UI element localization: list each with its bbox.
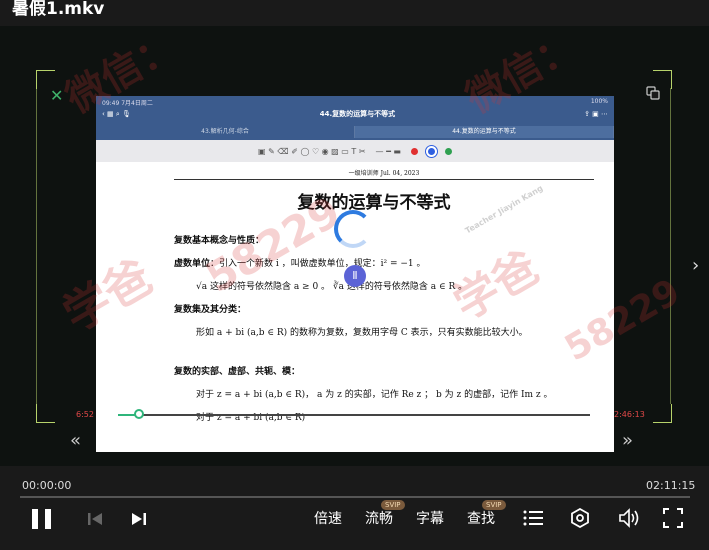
ipad-status-time: 09:49 7月4日周二 xyxy=(102,100,153,107)
speed-button[interactable]: 倍速 xyxy=(314,508,342,528)
inner-seek-handle[interactable] xyxy=(134,409,144,419)
real-imag-line: 对于 z = a + bi (a,b ∈ R)， a 为 z 的实部，记作 Re… xyxy=(196,390,553,400)
search-button[interactable]: 查找 xyxy=(467,508,495,528)
rewind-icon[interactable]: « xyxy=(70,430,81,451)
frame-left-line xyxy=(36,88,37,404)
ipad-toolbar: ▣ ✎ ⌫ ✐ ◯ ♡ ◉ ▨ ▭ T ✂ — ━ ▬ xyxy=(96,140,614,162)
pause-icon xyxy=(32,509,38,529)
quality-button[interactable]: 流畅 xyxy=(365,508,393,528)
ipad-tab: 43.解析几何-综合 xyxy=(96,126,355,138)
definition-line: 虚数单位：引入一个新数 i ，叫做虚数单位，规定：i² = −1 。 xyxy=(174,259,426,269)
section-heading: 复数集及其分类： xyxy=(174,305,247,315)
close-icon[interactable]: ✕ xyxy=(50,86,63,105)
pause-button[interactable] xyxy=(32,509,52,529)
settings-icon[interactable] xyxy=(570,508,590,528)
frame-right-line xyxy=(670,88,671,404)
root-note-line: √a 这样的符号依然隐含 a ≥ 0 。 ∛a 这样的符号依然隐含 a ∈ R … xyxy=(196,282,468,292)
next-icon[interactable] xyxy=(131,511,147,527)
inner-time-left: 6:52 xyxy=(76,410,94,419)
line-width-icon: — ━ ▬ xyxy=(375,146,401,156)
color-red-icon xyxy=(411,147,418,155)
ipad-header: 09:49 7月4日周二 100% ‹ ▦ ⌕ 🎙 44.复数的运算与不等式 ⇪… xyxy=(96,96,614,140)
ipad-doc-title: 44.复数的运算与不等式 xyxy=(319,110,396,118)
playlist-icon[interactable] xyxy=(523,509,543,527)
inner-time-right: 2:46:13 xyxy=(614,410,645,419)
volume-icon[interactable] xyxy=(618,508,640,528)
ipad-tab-active: 44.复数的运算与不等式 xyxy=(355,126,614,138)
fullscreen-icon[interactable] xyxy=(663,508,683,528)
subtitle-button[interactable]: 字幕 xyxy=(416,508,444,528)
ipad-status-bar: 09:49 7月4日周二 100% xyxy=(102,98,608,107)
chevron-right-icon[interactable]: › xyxy=(692,255,699,276)
seek-bar[interactable] xyxy=(20,496,690,498)
frame-corner-br xyxy=(653,404,672,423)
ipad-nav-bar: ‹ ▦ ⌕ 🎙 44.复数的运算与不等式 ⇪ ▣ ⋯ xyxy=(102,108,608,120)
previous-icon[interactable] xyxy=(87,511,103,527)
color-green-icon xyxy=(445,147,452,155)
window-title: 暑假1.mkv xyxy=(12,0,105,19)
section-heading: 复数基本概念与性质： xyxy=(174,236,265,246)
loading-spinner-icon xyxy=(334,210,372,248)
pen-tools-icon: ▣ ✎ ⌫ ✐ ◯ ♡ ◉ ▨ ▭ T ✂ xyxy=(258,146,366,156)
document-page: 一级培训师 Jul. 04, 2023 复数的运算与不等式 复数基本概念与性质：… xyxy=(96,162,614,423)
inner-seek-track[interactable] xyxy=(118,414,590,416)
complex-def-line: 形如 a + bi (a,b ∈ R) 的数称为复数，复数用字母 C 表示，只有… xyxy=(196,328,528,338)
color-blue-icon xyxy=(428,147,435,155)
ipad-battery: 100% xyxy=(590,98,608,105)
back-icon: ‹ ▦ ⌕ 🎙 xyxy=(102,109,131,118)
page-title: 复数的运算与不等式 xyxy=(297,193,451,213)
conjugate-line: 对于 z = a + bi (a,b ∈ R) xyxy=(196,413,306,423)
fast-forward-icon[interactable]: » xyxy=(622,430,633,451)
pause-badge-icon: Ⅱ xyxy=(344,265,366,287)
ipad-tabs: 43.解析几何-综合 44.复数的运算与不等式 xyxy=(96,126,614,138)
copy-icon[interactable] xyxy=(646,86,660,100)
total-time: 02:11:15 xyxy=(646,479,696,492)
share-icon: ⇪ ▣ ⋯ xyxy=(584,110,608,118)
pause-icon xyxy=(45,509,51,529)
page-header: 一级培训师 Jul. 04, 2023 xyxy=(174,168,594,180)
section-heading: 复数的实部、虚部、共轭、模： xyxy=(174,367,301,377)
current-time: 00:00:00 xyxy=(22,479,72,492)
frame-corner-bl xyxy=(36,404,55,423)
